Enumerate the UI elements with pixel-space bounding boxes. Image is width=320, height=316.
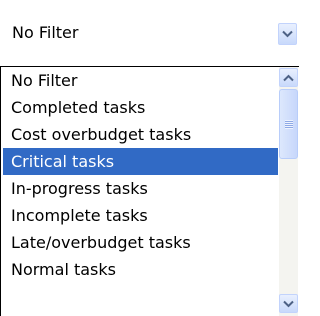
filter-option-cost-overbudget-tasks[interactable]: Cost overbudget tasks [3,121,278,148]
filter-option-incomplete-tasks[interactable]: Incomplete tasks [3,202,278,229]
vertical-scrollbar[interactable] [279,67,298,316]
chevron-down-icon [283,300,294,307]
scroll-grip-icon [285,120,293,129]
chevron-down-icon [282,30,293,38]
filter-option-normal-tasks[interactable]: Normal tasks [3,256,278,283]
filter-dropdown-list: No Filter Completed tasks Cost overbudge… [0,66,299,316]
scroll-up-button[interactable] [279,68,298,87]
filter-combobox[interactable]: No Filter [0,0,299,66]
chevron-up-icon [283,74,294,81]
scroll-down-button[interactable] [279,294,298,313]
filter-option-no-filter[interactable]: No Filter [3,67,278,94]
scroll-thumb[interactable] [279,89,298,159]
filter-option-critical-tasks[interactable]: Critical tasks [3,148,278,175]
filter-selected-value: No Filter [12,23,79,42]
filter-options: No Filter Completed tasks Cost overbudge… [3,67,278,283]
combo-dropdown-button[interactable] [278,23,297,45]
filter-option-completed-tasks[interactable]: Completed tasks [3,94,278,121]
filter-option-in-progress-tasks[interactable]: In-progress tasks [3,175,278,202]
filter-option-late-overbudget-tasks[interactable]: Late/overbudget tasks [3,229,278,256]
